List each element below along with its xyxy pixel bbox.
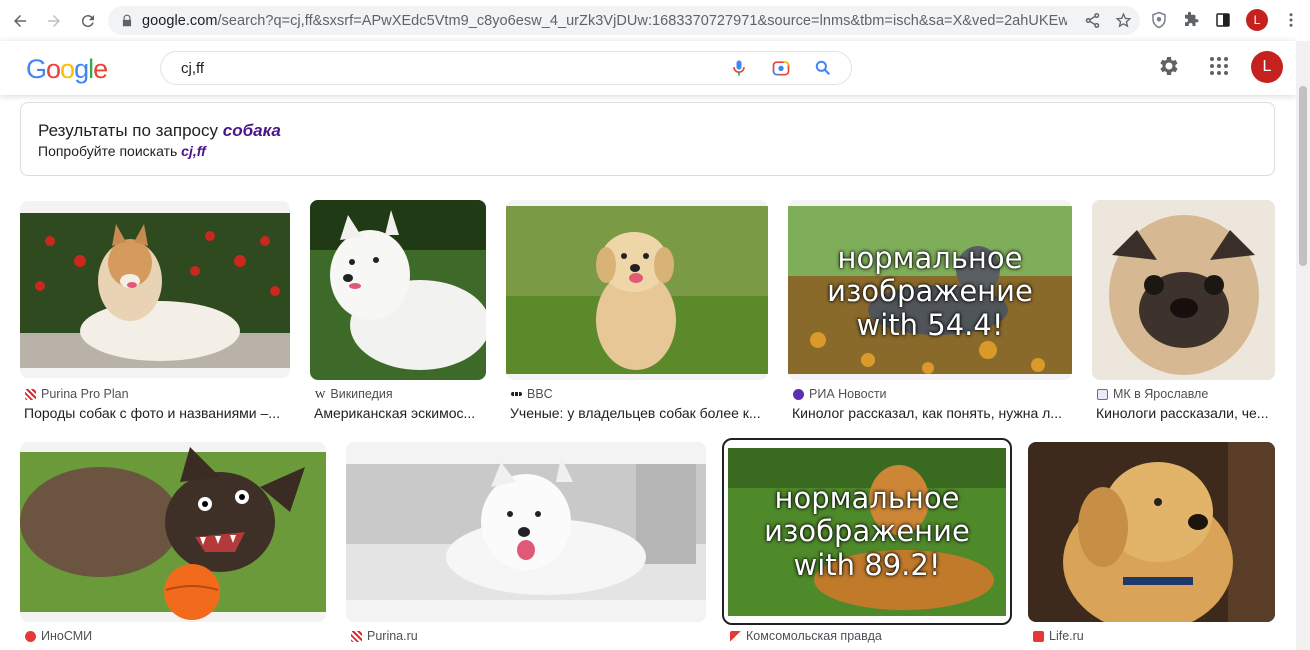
result-source[interactable]: РИА Новости [793, 387, 887, 401]
arrow-left-icon [14, 14, 26, 27]
source-name: BBC [527, 387, 553, 401]
angry-dog-ball-image [20, 447, 326, 620]
arrow-right-icon [48, 14, 60, 27]
result-title[interactable]: Кинологи рассказали, че... [1096, 405, 1275, 421]
result-image[interactable] [310, 200, 486, 380]
showing-results-for: Результаты по запросу собака [38, 121, 281, 141]
source-name: Purina.ru [367, 629, 418, 643]
life-favicon-icon [1033, 630, 1044, 642]
logo-letter: g [74, 54, 89, 84]
try-label: Попробуйте поискать [38, 143, 178, 159]
golden-puppy-image [506, 206, 768, 374]
browser-profile-avatar[interactable]: L [1246, 9, 1268, 31]
pug-image [1092, 200, 1275, 380]
result-title[interactable]: Ученые: у владельцев собак более к... [510, 405, 768, 421]
share-icon[interactable] [1084, 12, 1101, 29]
shield-extension-icon[interactable] [1150, 11, 1168, 29]
bookmark-star-icon[interactable] [1115, 12, 1132, 29]
forward-button[interactable] [40, 7, 68, 35]
image-overlay-text: нормальное изображение with 54.4! [788, 241, 1072, 342]
source-name: Википедия [330, 387, 393, 401]
result-source[interactable]: BBC [511, 387, 553, 401]
purina-favicon-icon [351, 630, 362, 642]
result-source[interactable]: Life.ru [1033, 629, 1084, 643]
result-image[interactable] [1092, 200, 1275, 380]
scrollbar-thumb[interactable] [1299, 86, 1307, 266]
url-text: google.com/search?q=cj,ff&sxsrf=APwXEdc5… [142, 13, 1067, 29]
result-source[interactable]: W Википедия [315, 387, 393, 401]
url-path: /search?q=cj,ff&sxsrf=APwXEdc5Vtm9_c8yo6… [217, 12, 1067, 29]
result-source[interactable]: Комсомольская правда [730, 629, 882, 643]
camera-lens-icon[interactable] [771, 58, 791, 78]
overlay-line: нормальное [837, 241, 1023, 275]
url-domain: google.com [142, 12, 218, 29]
lock-icon [122, 14, 132, 26]
source-name: Комсомольская правда [746, 629, 882, 643]
overlay-line: with 54.4! [856, 307, 1004, 342]
logo-letter: G [26, 54, 47, 84]
result-source[interactable]: Purina.ru [351, 629, 418, 643]
reload-icon [81, 14, 94, 27]
white-dog-image [310, 200, 486, 380]
browser-toolbar: google.com/search?q=cj,ff&sxsrf=APwXEdc5… [0, 0, 1310, 41]
spelling-correction-box: Результаты по запросу собака Попробуйте … [20, 102, 1275, 176]
akita-dog-image [20, 213, 290, 368]
logo-letter: o [46, 54, 61, 84]
result-title[interactable]: Американская эскимос... [314, 405, 486, 421]
result-image[interactable] [346, 442, 706, 622]
extensions-puzzle-icon[interactable] [1182, 11, 1200, 29]
result-title[interactable]: Кинолог рассказал, как понять, нужна л..… [792, 405, 1072, 421]
microphone-icon[interactable] [729, 58, 749, 78]
overlay-line: изображение [827, 274, 1033, 309]
purina-favicon-icon [25, 388, 36, 400]
source-name: Purina Pro Plan [41, 387, 129, 401]
bbc-favicon-icon [511, 392, 522, 396]
google-header: Google cj,ff L [0, 41, 1296, 95]
result-source[interactable]: ИноСМИ [25, 629, 92, 643]
inosmi-favicon-icon [25, 630, 36, 642]
result-image[interactable] [20, 201, 290, 378]
search-instead-for: Попробуйте поискать cj,ff [38, 143, 206, 159]
logo-letter: e [93, 54, 108, 84]
corrected-query-link[interactable]: собака [223, 121, 281, 140]
results-for-label: Результаты по запросу [38, 121, 219, 140]
result-image[interactable]: нормальное изображение with 54.4! [788, 200, 1072, 380]
kp-favicon-icon [730, 630, 741, 642]
result-title[interactable]: Породы собак с фото и названиями –... [24, 405, 290, 421]
wikipedia-favicon-icon: W [315, 388, 326, 401]
more-vert-icon[interactable] [1282, 11, 1300, 29]
search-box[interactable]: cj,ff [160, 51, 852, 85]
gear-icon[interactable] [1157, 54, 1181, 78]
mk-favicon-icon [1097, 388, 1108, 400]
golden-puppy-portrait-image [1028, 442, 1275, 622]
overlay-line: with 89.2! [793, 547, 941, 582]
result-image[interactable] [1028, 442, 1275, 622]
logo-letter: o [60, 54, 75, 84]
side-panel-icon[interactable] [1214, 11, 1232, 29]
original-query-link[interactable]: cj,ff [181, 143, 206, 159]
page-scrollbar[interactable] [1296, 41, 1310, 650]
samoyed-indoor-image [346, 457, 706, 600]
address-bar[interactable]: google.com/search?q=cj,ff&sxsrf=APwXEdc5… [108, 6, 1140, 35]
source-name: ИноСМИ [41, 629, 93, 643]
account-avatar[interactable]: L [1251, 51, 1283, 83]
source-name: Life.ru [1049, 629, 1084, 643]
result-image[interactable] [506, 200, 768, 380]
source-name: МК в Ярославле [1113, 387, 1209, 401]
result-source[interactable]: МК в Ярославле [1097, 387, 1208, 401]
back-button[interactable] [6, 7, 34, 35]
result-source[interactable]: Purina Pro Plan [25, 387, 129, 401]
result-image[interactable] [20, 442, 326, 622]
source-name: РИА Новости [809, 387, 887, 401]
search-icon[interactable] [813, 58, 833, 78]
overlay-line: нормальное [774, 481, 960, 515]
reload-button[interactable] [74, 7, 102, 35]
image-overlay-text: нормальное изображение with 89.2! [724, 481, 1010, 582]
overlay-line: изображение [764, 514, 970, 549]
ria-favicon-icon [793, 388, 804, 400]
result-image-selected[interactable]: нормальное изображение with 89.2! [722, 438, 1012, 625]
search-input[interactable]: cj,ff [181, 60, 721, 77]
apps-grid-icon[interactable] [1207, 54, 1231, 78]
google-logo[interactable]: Google [26, 54, 108, 85]
